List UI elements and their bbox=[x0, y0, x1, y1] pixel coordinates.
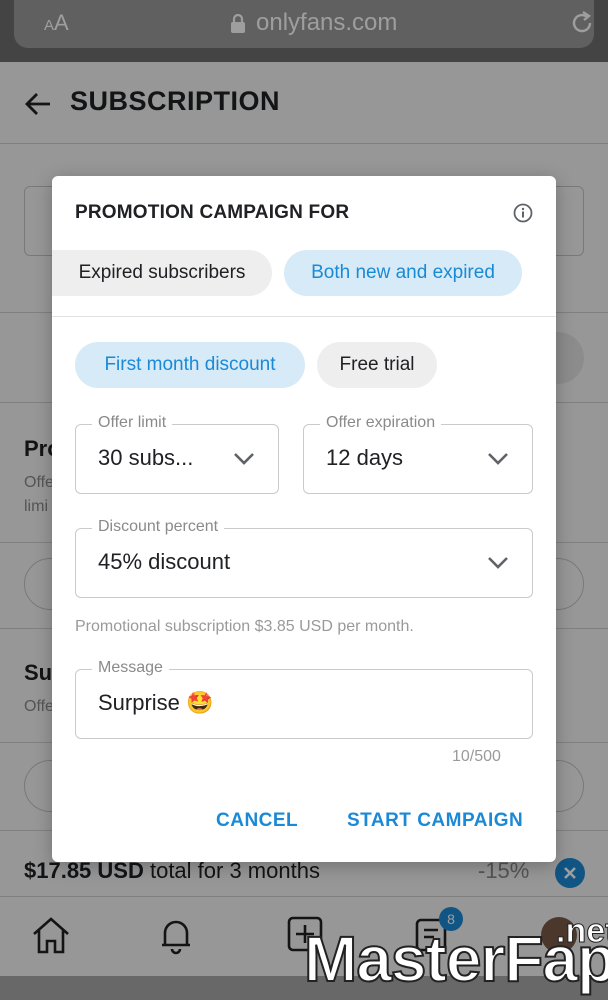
discount-percent-value: 45% discount bbox=[98, 549, 231, 574]
dialog-title: PROMOTION CAMPAIGN FOR bbox=[75, 202, 350, 223]
chevron-down-icon bbox=[486, 555, 510, 576]
discount-percent-select[interactable]: Discount percent 45% discount bbox=[75, 518, 533, 598]
info-icon[interactable] bbox=[512, 202, 534, 229]
offer-expiration-value: 12 days bbox=[326, 445, 404, 470]
chip-label: Expired subscribers bbox=[78, 262, 246, 283]
audience-both-chip[interactable]: Both new and expired bbox=[284, 250, 522, 296]
promotion-dialog: PROMOTION CAMPAIGN FOR Expired subscribe… bbox=[52, 176, 556, 862]
character-counter: 10/500 bbox=[452, 748, 501, 765]
watermark-suffix: .net bbox=[555, 912, 608, 951]
cancel-button[interactable]: CANCEL bbox=[216, 810, 298, 832]
discount-percent-label: Discount percent bbox=[92, 518, 225, 536]
offer-expiration-label: Offer expiration bbox=[320, 414, 442, 432]
divider bbox=[52, 316, 556, 317]
offer-expiration-select[interactable]: Offer expiration 12 days bbox=[303, 414, 533, 494]
first-month-discount-chip[interactable]: First month discount bbox=[75, 342, 305, 388]
offer-limit-select[interactable]: Offer limit 30 subs... bbox=[75, 414, 279, 494]
start-campaign-button[interactable]: START CAMPAIGN bbox=[347, 810, 523, 832]
free-trial-chip[interactable]: Free trial bbox=[317, 342, 437, 388]
audience-expired-chip[interactable]: Expired subscribers bbox=[52, 250, 272, 296]
chip-label: First month discount bbox=[104, 354, 276, 375]
chip-label: Free trial bbox=[339, 354, 415, 375]
promo-price-helper: Promotional subscription $3.85 USD per m… bbox=[75, 618, 414, 635]
offer-limit-label: Offer limit bbox=[92, 414, 173, 432]
chevron-down-icon bbox=[486, 451, 510, 472]
message-value[interactable]: Surprise 🤩 bbox=[98, 690, 213, 716]
chip-label: Both new and expired bbox=[311, 262, 495, 283]
offer-limit-value: 30 subs... bbox=[98, 445, 194, 470]
message-field[interactable]: Message Surprise 🤩 bbox=[75, 659, 533, 739]
chevron-down-icon bbox=[232, 451, 256, 472]
message-label: Message bbox=[92, 659, 169, 677]
